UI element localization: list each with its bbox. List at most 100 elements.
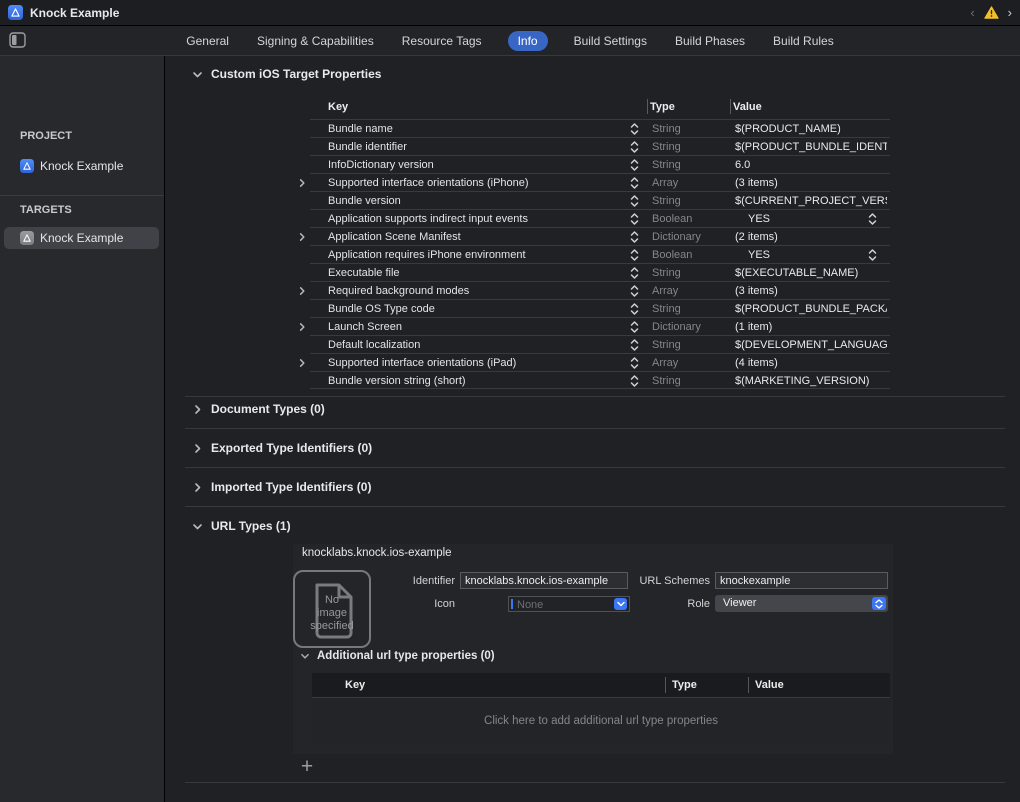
property-value[interactable]: $(DEVELOPMENT_LANGUAGI	[735, 339, 887, 351]
chevron-right-icon[interactable]	[297, 286, 307, 296]
nav-forward-chevron-icon[interactable]: ›	[1008, 6, 1012, 19]
section-custom-ios-target-properties[interactable]: Custom iOS Target Properties	[192, 67, 381, 81]
section-url-types[interactable]: URL Types (1)	[192, 519, 291, 533]
property-key: Required background modes	[328, 285, 469, 297]
sidebar-divider	[0, 195, 164, 196]
combobox-dropdown-icon[interactable]	[614, 598, 627, 610]
table-row[interactable]: Bundle versionString$(CURRENT_PROJECT_VE…	[310, 191, 890, 209]
sidebar-toggle-icon[interactable]	[9, 32, 26, 48]
table-row[interactable]: Supported interface orientations (iPhone…	[310, 173, 890, 191]
section-title: Custom iOS Target Properties	[211, 67, 381, 81]
url-type-image-well[interactable]: No image specified	[293, 570, 371, 648]
table-row[interactable]: Bundle nameString$(PRODUCT_NAME)	[310, 119, 890, 137]
role-popup-button[interactable]: Viewer	[715, 595, 888, 612]
section-divider	[185, 467, 1005, 468]
project-app-icon	[8, 5, 23, 20]
table-row[interactable]: InfoDictionary version String 6.0	[310, 155, 890, 173]
role-popup-value: Viewer	[723, 597, 756, 609]
property-value[interactable]: $(PRODUCT_BUNDLE_IDENT	[735, 141, 887, 153]
tab-build-phases[interactable]: Build Phases	[673, 31, 747, 51]
table-row[interactable]: Bundle OS Type code String $(PRODUCT_BUNDL…	[310, 299, 890, 317]
property-key: Bundle name	[328, 123, 393, 135]
chevron-right-icon	[192, 404, 203, 415]
property-type: String	[652, 159, 681, 171]
section-title: Document Types (0)	[211, 402, 325, 416]
property-type: String	[652, 303, 681, 315]
property-value[interactable]: $(EXECUTABLE_NAME)	[735, 267, 887, 279]
property-value[interactable]: (3 items)	[735, 177, 887, 189]
property-type: String	[652, 141, 681, 153]
chevron-right-icon[interactable]	[297, 232, 307, 242]
targets-section-header: TARGETS	[20, 204, 72, 216]
column-header-value: Value	[755, 679, 784, 691]
property-value[interactable]: (3 items)	[735, 285, 887, 297]
property-key: Bundle OS Type code	[328, 303, 435, 315]
tab-build-rules[interactable]: Build Rules	[771, 31, 836, 51]
section-document-types[interactable]: Document Types (0)	[192, 402, 325, 416]
property-key: Supported interface orientations (iPad)	[328, 357, 516, 369]
icon-combobox[interactable]: None	[508, 596, 630, 612]
warning-triangle-icon[interactable]	[984, 6, 999, 19]
property-value[interactable]: $(CURRENT_PROJECT_VERS	[735, 195, 887, 207]
icon-label: Icon	[385, 598, 455, 610]
target-properties-table: Key Type Value Bundle nameString$(PRODUC…	[310, 97, 890, 389]
additional-url-type-properties-header[interactable]: Additional url type properties (0)	[300, 650, 495, 662]
column-header-key: Key	[328, 101, 348, 113]
info-editor-content: Custom iOS Target Properties Key Type Va…	[165, 56, 1020, 802]
section-imported-type-identifiers[interactable]: Imported Type Identifiers (0)	[192, 480, 371, 494]
tab-info[interactable]: Info	[508, 31, 548, 51]
text-cursor	[511, 599, 513, 609]
table-row[interactable]: Application supports indirect input even…	[310, 209, 890, 227]
property-type: String	[652, 339, 681, 351]
property-value[interactable]: (4 items)	[735, 357, 887, 369]
property-value[interactable]: (2 items)	[735, 231, 887, 243]
property-key: Bundle identifier	[328, 141, 407, 153]
property-key: Bundle version string (short)	[328, 375, 466, 387]
property-value[interactable]: (1 item)	[735, 321, 887, 333]
table-row[interactable]: Application Scene ManifestDictionary(2 i…	[310, 227, 890, 245]
property-value[interactable]: 6.0	[735, 159, 887, 171]
sidebar-item-target[interactable]: Knock Example	[4, 227, 159, 249]
tab-resource-tags[interactable]: Resource Tags	[400, 31, 484, 51]
property-value[interactable]: $(PRODUCT_NAME)	[735, 123, 887, 135]
nav-back-chevron-icon[interactable]: ‹	[970, 6, 974, 19]
property-key: Application supports indirect input even…	[328, 213, 528, 225]
property-value[interactable]: $(PRODUCT_BUNDLE_PACKA	[735, 303, 887, 315]
add-url-type-button[interactable]: +	[296, 756, 318, 778]
sidebar-item-project[interactable]: Knock Example	[4, 155, 159, 177]
chevron-down-icon	[192, 69, 203, 80]
table-row[interactable]: Application requires iPhone environmentB…	[310, 245, 890, 263]
add-property-placeholder-row[interactable]: Click here to add additional url type pr…	[312, 697, 890, 743]
table-header: Key Type Value	[310, 97, 890, 119]
chevron-right-icon[interactable]	[297, 178, 307, 188]
identifier-field[interactable]: knocklabs.knock.ios-example	[460, 572, 628, 589]
table-row[interactable]: Bundle version string (short)String$(MAR…	[310, 371, 890, 389]
editor-tabbar: General Signing & Capabilities Resource Ta…	[0, 26, 1020, 56]
table-row[interactable]: Bundle identifier String $(PRODUCT_BUNDLE_…	[310, 137, 890, 155]
table-row[interactable]: Default localizationString$(DEVELOPMENT_…	[310, 335, 890, 353]
property-key: InfoDictionary version	[328, 159, 434, 171]
key-stepper-icon[interactable]	[630, 374, 639, 391]
column-header-type: Type	[650, 101, 675, 113]
svg-text:No: No	[325, 594, 339, 606]
chevron-right-icon[interactable]	[297, 358, 307, 368]
table-row[interactable]: Required background modesArray(3 items)	[310, 281, 890, 299]
section-title: URL Types (1)	[211, 519, 291, 533]
property-value[interactable]: YES	[748, 249, 900, 261]
property-type: Dictionary	[652, 321, 701, 333]
property-value[interactable]: YES	[748, 213, 900, 225]
url-schemes-field[interactable]: knockexample	[715, 572, 888, 589]
property-key: Application Scene Manifest	[328, 231, 461, 243]
table-row[interactable]: Executable fileString$(EXECUTABLE_NAME)	[310, 263, 890, 281]
table-row[interactable]: Supported interface orientations (iPad)A…	[310, 353, 890, 371]
tab-signing-capabilities[interactable]: Signing & Capabilities	[255, 31, 376, 51]
column-header-key: Key	[345, 679, 365, 691]
table-row[interactable]: Launch ScreenDictionary(1 item)	[310, 317, 890, 335]
section-exported-type-identifiers[interactable]: Exported Type Identifiers (0)	[192, 441, 372, 455]
chevron-right-icon[interactable]	[297, 322, 307, 332]
window-title: Knock Example	[30, 6, 119, 20]
tab-general[interactable]: General	[184, 31, 231, 51]
table-header: Key Type Value	[312, 673, 890, 697]
property-value[interactable]: $(MARKETING_VERSION)	[735, 375, 887, 387]
tab-build-settings[interactable]: Build Settings	[572, 31, 649, 51]
